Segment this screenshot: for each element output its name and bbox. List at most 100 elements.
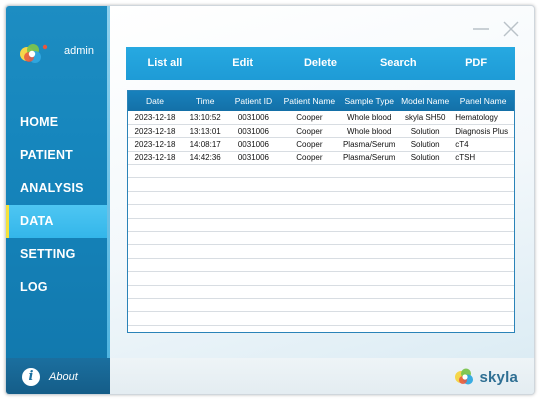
table-cell — [452, 258, 514, 273]
table-cell — [452, 244, 514, 259]
table-header: Date Time Patient ID Patient Name Sample… — [128, 91, 514, 111]
table-cell: 2023-12-18 — [128, 111, 183, 125]
table-cell — [278, 231, 341, 246]
column-header-model-name[interactable]: Model Name — [398, 91, 453, 111]
username: admin — [64, 45, 94, 57]
table-cell — [452, 164, 514, 179]
table-row[interactable] — [128, 218, 514, 233]
minimize-icon[interactable] — [472, 20, 490, 38]
table-cell: Plasma/Serum — [340, 137, 399, 152]
delete-button[interactable]: Delete — [282, 47, 360, 80]
table-row[interactable] — [128, 258, 514, 273]
table-row[interactable] — [128, 285, 514, 299]
table-row[interactable]: 2023-12-18 13:13:01 0031006 Cooper Whole blo… — [128, 124, 514, 139]
table-cell — [182, 164, 229, 179]
column-header-sample-type[interactable]: Sample Type — [340, 91, 399, 111]
table-row[interactable] — [128, 177, 514, 192]
table-cell — [228, 271, 279, 286]
table-cell — [128, 258, 183, 273]
table-cell — [398, 204, 453, 219]
table-cell — [278, 191, 341, 206]
column-header-patient-name[interactable]: Patient Name — [278, 91, 341, 111]
close-icon[interactable] — [502, 20, 520, 38]
table-cell — [452, 218, 514, 233]
table-cell — [128, 285, 183, 299]
table-cell — [278, 258, 341, 273]
table-cell: Plasma/Serum — [340, 151, 399, 166]
table-cell: skyla SH50 — [398, 111, 453, 125]
table-cell — [228, 204, 279, 219]
table-cell — [398, 191, 453, 206]
table-cell — [340, 298, 399, 313]
list-all-button[interactable]: List all — [126, 47, 204, 80]
table-row[interactable] — [128, 231, 514, 246]
table-cell — [182, 311, 229, 326]
table-cell — [340, 191, 399, 206]
table-row[interactable] — [128, 164, 514, 179]
table-cell — [398, 218, 453, 233]
table-cell: 0031006 — [228, 137, 279, 152]
table-cell — [398, 311, 453, 326]
table-cell: Solution — [398, 151, 453, 166]
table-cell — [182, 285, 229, 299]
table-cell: 14:42:36 — [182, 151, 229, 166]
table-cell: 14:08:17 — [182, 137, 229, 152]
pdf-button[interactable]: PDF — [437, 47, 515, 80]
table-cell — [398, 258, 453, 273]
nav-item-data[interactable]: DATA — [6, 205, 110, 238]
table-cell: Solution — [398, 124, 453, 139]
table-cell — [228, 218, 279, 233]
table-row[interactable]: 2023-12-18 13:10:52 0031006 Cooper Whole blo… — [128, 111, 514, 125]
table-cell — [278, 244, 341, 259]
table-cell — [228, 298, 279, 313]
table-row[interactable] — [128, 271, 514, 286]
table-cell — [182, 244, 229, 259]
table-cell — [452, 285, 514, 299]
table-cell: Whole blood — [340, 111, 399, 125]
data-toolbar: List all Edit Delete Search PDF — [126, 47, 515, 80]
table-cell — [340, 258, 399, 273]
nav-item-analysis[interactable]: ANALYSIS — [6, 172, 110, 205]
table-row[interactable] — [128, 191, 514, 206]
skyla-logo-icon — [455, 368, 474, 385]
table-cell — [398, 244, 453, 259]
table-row[interactable]: 2023-12-18 14:42:36 0031006 Cooper Plasma/Se… — [128, 151, 514, 166]
nav-item-setting[interactable]: SETTING — [6, 238, 110, 271]
table-row[interactable] — [128, 204, 514, 219]
table-cell: 0031006 — [228, 151, 279, 166]
sidebar: admin HOME PATIENT ANALYSIS DATA SETTING… — [6, 6, 110, 358]
table-cell — [452, 191, 514, 206]
bottom-bar: skyla — [110, 358, 534, 394]
table-row[interactable]: 2023-12-18 14:08:17 0031006 Cooper Plasma/Se… — [128, 137, 514, 152]
table-row[interactable] — [128, 244, 514, 259]
table-cell — [452, 231, 514, 246]
table-body: 2023-12-18 13:10:52 0031006 Cooper Whole blo… — [128, 111, 514, 326]
table-cell — [278, 285, 341, 299]
search-button[interactable]: Search — [359, 47, 437, 80]
column-header-patient-id[interactable]: Patient ID — [228, 91, 279, 111]
table-cell — [452, 204, 514, 219]
table-cell — [128, 218, 183, 233]
column-header-panel-name[interactable]: Panel Name — [452, 91, 514, 111]
table-cell — [340, 285, 399, 299]
table-cell — [278, 298, 341, 313]
table-cell — [128, 244, 183, 259]
table-cell: Cooper — [278, 111, 341, 125]
table-cell — [128, 231, 183, 246]
table-cell — [228, 311, 279, 326]
table-cell — [278, 271, 341, 286]
nav-item-patient[interactable]: PATIENT — [6, 139, 110, 172]
column-header-date[interactable]: Date — [128, 91, 183, 111]
about-label: About — [49, 371, 78, 383]
table-row[interactable] — [128, 311, 514, 326]
nav-item-log[interactable]: LOG — [6, 271, 110, 304]
edit-button[interactable]: Edit — [204, 47, 282, 80]
about-button[interactable]: i About — [6, 358, 110, 394]
table-cell — [228, 258, 279, 273]
column-header-time[interactable]: Time — [182, 91, 229, 111]
table-cell — [228, 164, 279, 179]
table-cell — [398, 271, 453, 286]
table-cell — [128, 298, 183, 313]
table-row[interactable] — [128, 298, 514, 313]
nav-item-home[interactable]: HOME — [6, 106, 110, 139]
